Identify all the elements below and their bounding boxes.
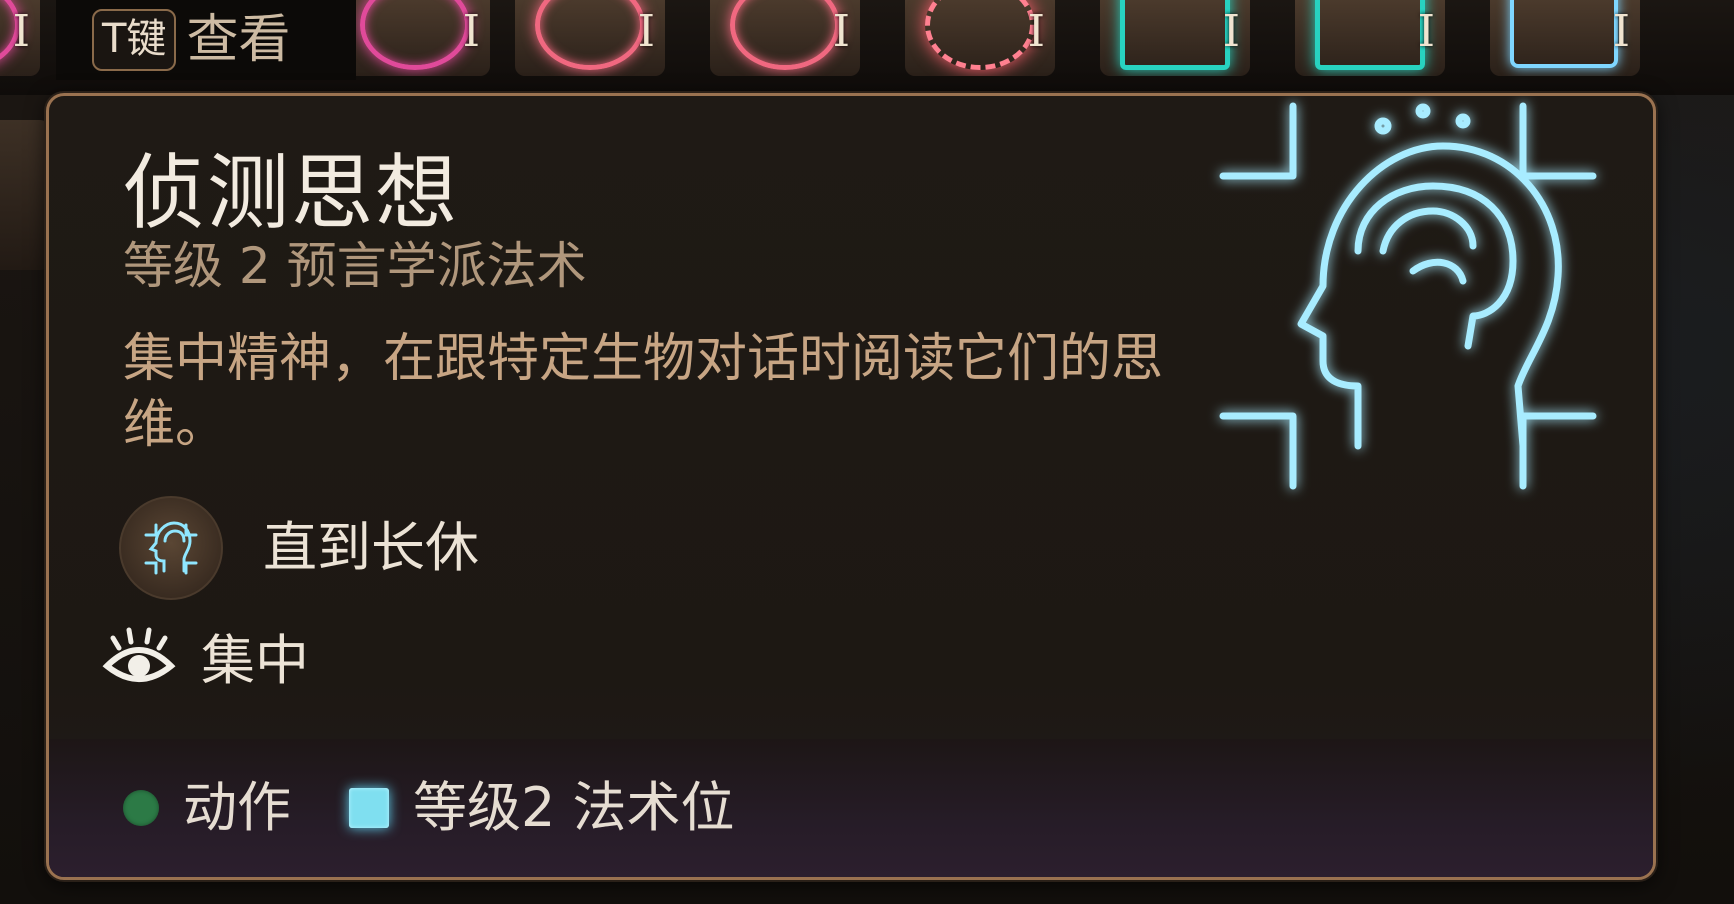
hotbar-slot-0[interactable]: I bbox=[0, 0, 40, 76]
hotbar-slot-3[interactable]: I bbox=[710, 0, 860, 76]
game-screen: I I I I I I I I T键 查看 侦测思想 等级 2 预言学派法术 集… bbox=[0, 0, 1734, 904]
mask-rune-icon bbox=[1510, 0, 1618, 68]
hotbar-slot-7[interactable]: I bbox=[1490, 0, 1640, 76]
key-badge: T键 bbox=[92, 9, 177, 71]
hotbar-slot-5[interactable]: I bbox=[1100, 0, 1250, 76]
spell-title: 侦测思想 bbox=[123, 146, 460, 241]
duration-text: 直到长休 bbox=[263, 516, 479, 579]
hotbar-slot-1[interactable]: I bbox=[340, 0, 490, 76]
key-label: 查看 bbox=[186, 10, 291, 70]
spiral-rune-icon bbox=[535, 0, 645, 70]
spell-slot-icon bbox=[349, 788, 389, 828]
action-dot-icon bbox=[123, 790, 159, 826]
spell-school: 等级 2 预言学派法术 bbox=[123, 237, 587, 295]
spell-description: 集中精神，在跟特定生物对话时阅读它们的思维。 bbox=[123, 329, 1164, 455]
hotbar-slot-2[interactable]: I bbox=[515, 0, 665, 76]
slot-level: I bbox=[12, 6, 30, 57]
side-hotbar-slot[interactable] bbox=[0, 120, 50, 270]
cost-spell-slot-label: 等级2 法术位 bbox=[413, 776, 735, 839]
cost-action-label: 动作 bbox=[183, 776, 291, 839]
charm-rune-icon bbox=[360, 0, 470, 70]
hotbar-slot-6[interactable]: I bbox=[1295, 0, 1445, 76]
examine-key-hint: T键 查看 bbox=[56, 0, 356, 80]
spell-hotbar: I I I I I I I I T键 查看 bbox=[0, 0, 1734, 95]
spell-tooltip: 侦测思想 等级 2 预言学派法术 集中精神，在跟特定生物对话时阅读它们的思维。 … bbox=[46, 93, 1656, 880]
slot-level: I bbox=[1612, 6, 1630, 57]
concentration-text: 集中 bbox=[201, 629, 309, 692]
glyph-rune-icon bbox=[1315, 0, 1425, 70]
hotbar-slot-4[interactable]: I bbox=[905, 0, 1055, 76]
duration-row: 直到长休 bbox=[119, 496, 479, 600]
slot-level: I bbox=[832, 6, 850, 57]
head-mind-icon bbox=[119, 496, 223, 600]
cost-spell-slot: 等级2 法术位 bbox=[349, 776, 735, 840]
eye-concentration-icon bbox=[102, 627, 176, 682]
eye-rune-icon bbox=[730, 0, 840, 70]
slot-level: I bbox=[462, 6, 480, 57]
ward-rune-icon bbox=[1120, 0, 1230, 70]
concentration-row: 集中 bbox=[99, 626, 309, 696]
cost-bar: 动作 等级2 法术位 bbox=[49, 739, 1653, 877]
slot-level: I bbox=[637, 6, 655, 57]
detect-thoughts-head-icon bbox=[1219, 102, 1597, 490]
starburst-rune-icon bbox=[925, 0, 1035, 70]
cost-action: 动作 bbox=[123, 776, 291, 840]
slot-level: I bbox=[1027, 6, 1045, 57]
slot-level: I bbox=[1417, 6, 1435, 57]
slot-level: I bbox=[1222, 6, 1240, 57]
